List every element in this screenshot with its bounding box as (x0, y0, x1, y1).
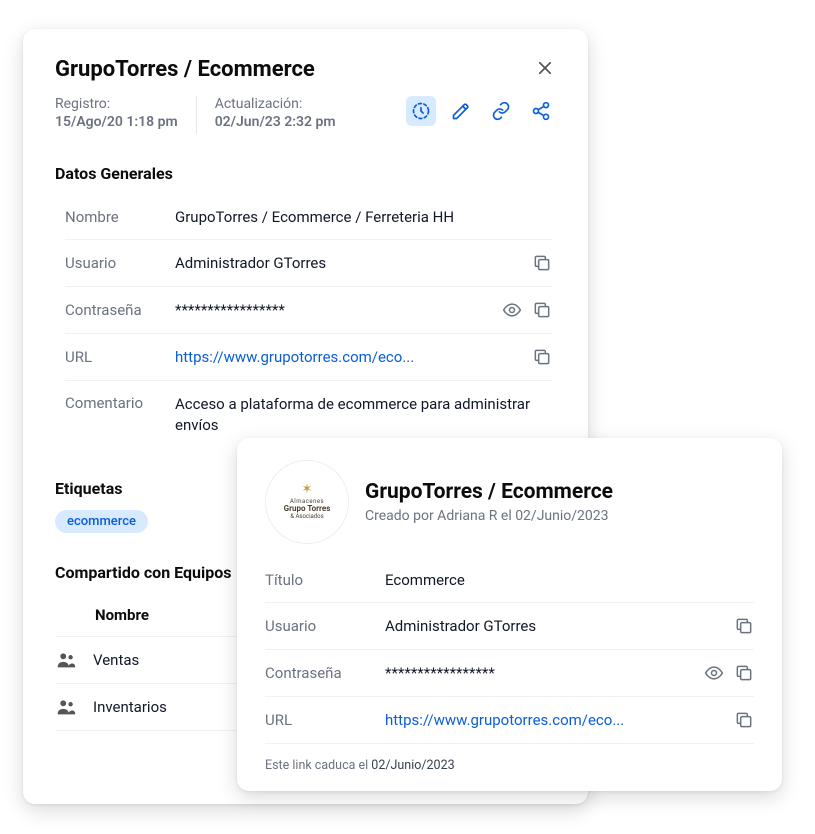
overlay-title: GrupoTorres / Ecommerce (365, 480, 613, 504)
team-icon (55, 649, 79, 671)
url-value[interactable]: https://www.grupotorres.com/eco... (175, 348, 532, 366)
eye-icon[interactable] (704, 663, 724, 683)
usuario-label: Usuario (65, 254, 175, 272)
header-row: GrupoTorres / Ecommerce (55, 57, 556, 82)
overlay-header: ✶ Almacenes Grupo Torres & Asociados Gru… (265, 460, 754, 544)
titulo-value: Ecommerce (385, 571, 754, 589)
org-logo: ✶ Almacenes Grupo Torres & Asociados (265, 460, 349, 544)
usuario-value: Administrador GTorres (385, 617, 734, 635)
eye-icon[interactable] (502, 300, 522, 320)
teams-header-nombre: Nombre (55, 606, 149, 624)
meta-registro: Registro: 15/Ago/20 1:18 pm (55, 96, 178, 130)
row-url: URL https://www.grupotorres.com/eco... (65, 334, 552, 381)
copy-icon[interactable] (532, 300, 552, 320)
team-name: Ventas (93, 651, 139, 669)
nombre-value: GrupoTorres / Ecommerce / Ferreteria HH (175, 208, 552, 226)
people-icon (55, 649, 77, 671)
url-label: URL (265, 711, 385, 729)
registro-label: Registro: (55, 96, 178, 112)
copy-icon[interactable] (734, 663, 754, 683)
row-usuario: Usuario Administrador GTorres (65, 240, 552, 287)
link-icon (491, 101, 511, 121)
row-contrasena: Contraseña ***************** (65, 287, 552, 334)
copy-icon[interactable] (532, 347, 552, 367)
url-value[interactable]: https://www.grupotorres.com/eco... (385, 711, 734, 729)
logo-glyph: ✶ (302, 483, 313, 497)
section-general-title: Datos Generales (55, 164, 556, 183)
record-title: GrupoTorres / Ecommerce (55, 57, 315, 82)
meta-row: Registro: 15/Ago/20 1:18 pm Actualizació… (55, 96, 556, 134)
history-icon (411, 101, 431, 121)
expiry-prefix: Este link caduca el (265, 758, 371, 773)
row-url: URL https://www.grupotorres.com/eco... (265, 697, 754, 744)
contrasena-label: Contraseña (265, 664, 385, 682)
registro-value: 15/Ago/20 1:18 pm (55, 114, 178, 130)
share-icon (531, 101, 551, 121)
close-button[interactable] (534, 57, 556, 79)
contrasena-value: ***************** (385, 664, 704, 682)
row-usuario: Usuario Administrador GTorres (265, 603, 754, 650)
general-fields: Nombre GrupoTorres / Ecommerce / Ferrete… (55, 195, 556, 449)
row-contrasena: Contraseña ***************** (265, 650, 754, 697)
tag-ecommerce[interactable]: ecommerce (55, 510, 148, 533)
people-icon (55, 696, 77, 718)
expiry-date: 02/Junio/2023 (371, 758, 454, 773)
team-icon (55, 696, 79, 718)
row-titulo: Título Ecommerce (265, 558, 754, 603)
expiry-note: Este link caduca el 02/Junio/2023 (265, 758, 754, 773)
url-label: URL (65, 348, 175, 366)
action-toolbar (406, 96, 556, 126)
copy-icon[interactable] (532, 253, 552, 273)
row-nombre: Nombre GrupoTorres / Ecommerce / Ferrete… (65, 195, 552, 240)
meta-divider (196, 96, 197, 134)
comentario-label: Comentario (65, 394, 175, 412)
copy-icon[interactable] (734, 616, 754, 636)
meta-actualizacion: Actualización: 02/Jun/23 2:32 pm (215, 96, 336, 130)
usuario-value: Administrador GTorres (175, 254, 532, 272)
overlay-subtitle: Creado por Adriana R el 02/Junio/2023 (365, 508, 613, 524)
close-icon (536, 59, 554, 77)
history-button[interactable] (406, 96, 436, 126)
overlay-fields: Título Ecommerce Usuario Administrador G… (265, 558, 754, 744)
team-name: Inventarios (93, 698, 167, 716)
share-link-panel: ✶ Almacenes Grupo Torres & Asociados Gru… (237, 438, 782, 791)
contrasena-value: ***************** (175, 301, 502, 319)
comentario-value: Acceso a plataforma de ecommerce para ad… (175, 394, 552, 436)
link-button[interactable] (486, 96, 516, 126)
pencil-icon (451, 101, 471, 121)
edit-button[interactable] (446, 96, 476, 126)
share-button[interactable] (526, 96, 556, 126)
nombre-label: Nombre (65, 208, 175, 226)
contrasena-label: Contraseña (65, 301, 175, 319)
usuario-label: Usuario (265, 617, 385, 635)
copy-icon[interactable] (734, 710, 754, 730)
actualizacion-label: Actualización: (215, 96, 336, 112)
overlay-title-block: GrupoTorres / Ecommerce Creado por Adria… (365, 480, 613, 524)
actualizacion-value: 02/Jun/23 2:32 pm (215, 114, 336, 130)
titulo-label: Título (265, 571, 385, 589)
logo-line3: & Asociados (290, 514, 323, 521)
